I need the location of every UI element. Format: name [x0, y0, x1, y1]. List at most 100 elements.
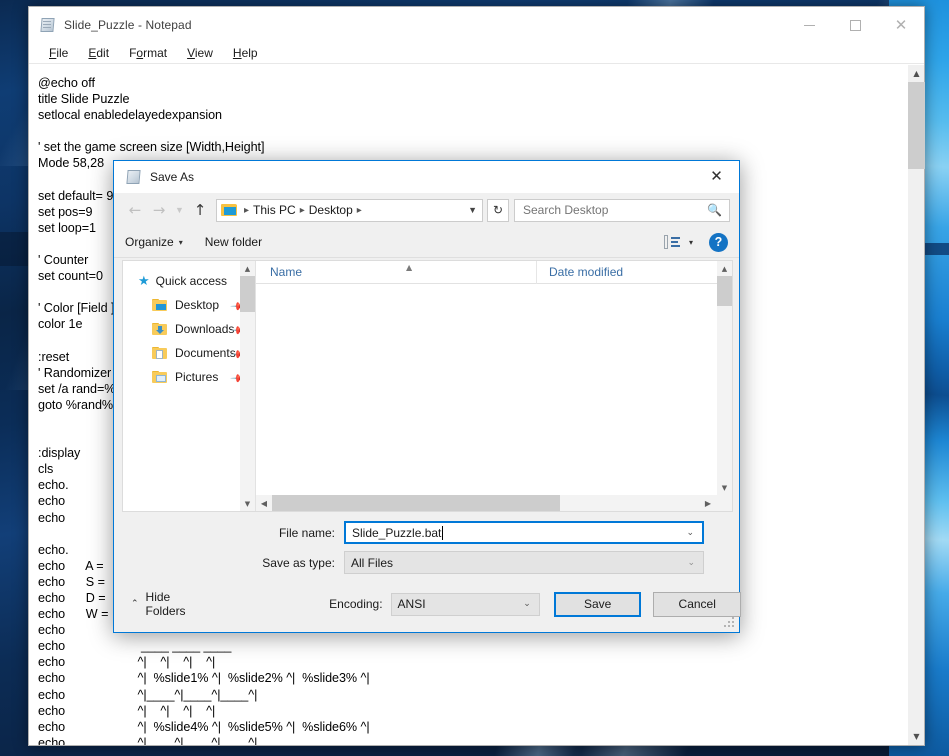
star-icon: ★	[138, 273, 150, 289]
cancel-label: Cancel	[678, 597, 716, 611]
cancel-button[interactable]: Cancel	[653, 591, 741, 617]
up-button[interactable]: ↑	[188, 198, 212, 222]
column-label: Name	[270, 265, 303, 279]
organize-button[interactable]: Organize ▾	[125, 235, 183, 249]
view-dropdown-icon[interactable]: ▾	[689, 238, 693, 247]
close-button[interactable]: ✕	[878, 10, 924, 40]
scrollbar-thumb[interactable]	[908, 82, 925, 169]
menu-edit[interactable]: Edit	[78, 43, 119, 63]
menu-format[interactable]: Format	[119, 43, 177, 63]
menu-file[interactable]: File	[39, 43, 78, 63]
notepad-vertical-scrollbar[interactable]: ▲ ▼	[907, 65, 925, 745]
sidebar-item-desktop[interactable]: Desktop 📌	[123, 293, 255, 317]
save-button[interactable]: Save	[553, 591, 642, 617]
new-folder-label: New folder	[204, 235, 263, 249]
column-header-name[interactable]: Name ▲	[256, 261, 536, 284]
new-folder-button[interactable]: New folder	[205, 235, 262, 249]
scroll-down-icon[interactable]: ▼	[717, 480, 732, 495]
arrow-up-icon: ↑	[193, 201, 207, 219]
dialog-close-button[interactable]: ✕	[694, 161, 739, 191]
scroll-up-icon[interactable]: ▲	[240, 261, 255, 276]
folder-icon	[221, 203, 238, 217]
chevron-down-icon: ▼	[468, 205, 477, 215]
chevron-down-icon[interactable]: ⌄	[686, 528, 694, 538]
breadcrumb-item-this-pc[interactable]: This PC	[253, 203, 296, 217]
scroll-up-icon[interactable]: ▲	[908, 65, 925, 82]
dialog-titlebar[interactable]: Save As ✕	[114, 161, 739, 193]
file-name-input[interactable]: Slide_Puzzle.bat ⌄	[344, 521, 704, 544]
help-button[interactable]: ?	[709, 232, 728, 252]
scroll-down-icon[interactable]: ▼	[240, 496, 255, 511]
scroll-down-icon[interactable]: ▼	[908, 728, 925, 745]
scrollbar-thumb[interactable]	[272, 495, 560, 511]
breadcrumb-item-desktop[interactable]: Desktop	[309, 203, 353, 217]
breadcrumb-separator: ▸	[244, 204, 250, 216]
breadcrumb-dropdown-button[interactable]: ▼	[468, 200, 477, 221]
file-list-horizontal-scrollbar[interactable]: ◀ ▶	[256, 495, 732, 511]
scroll-up-icon[interactable]: ▲	[717, 261, 732, 276]
maximize-button[interactable]	[832, 10, 878, 40]
scrollbar-thumb[interactable]	[717, 276, 732, 306]
menu-view[interactable]: View	[177, 43, 223, 63]
scroll-right-icon[interactable]: ▶	[700, 495, 716, 511]
scroll-left-icon[interactable]: ◀	[256, 495, 272, 511]
help-icon: ?	[714, 235, 723, 249]
chevron-up-icon: ⌃	[131, 599, 139, 609]
sidebar-item-label: Pictures	[175, 370, 219, 384]
notepad-menubar: File Edit Format View Help	[29, 43, 924, 64]
column-header-date-modified[interactable]: Date modified	[536, 260, 676, 284]
chevron-down-icon[interactable]: ⌄	[687, 558, 695, 568]
list-view-icon[interactable]	[663, 235, 681, 249]
notepad-titlebar[interactable]: Slide_Puzzle - Notepad ✕	[29, 7, 924, 43]
sidebar-item-label: Desktop	[175, 298, 220, 312]
resize-grip[interactable]	[724, 617, 736, 629]
save-as-type-row: Save as type: All Files ⌄	[114, 551, 741, 574]
dialog-form: File name: Slide_Puzzle.bat ⌄ Save as ty…	[114, 521, 741, 581]
text-cursor	[442, 525, 444, 540]
forward-button[interactable]: →	[147, 198, 171, 222]
file-name-row: File name: Slide_Puzzle.bat ⌄	[114, 521, 741, 544]
sidebar-item-pictures[interactable]: Pictures 📌	[123, 365, 255, 389]
arrow-right-icon: →	[152, 201, 166, 219]
notepad-icon	[126, 169, 142, 185]
encoding-select[interactable]: ANSI ⌄	[390, 592, 540, 616]
sidebar-item-documents[interactable]: Documents 📌	[123, 341, 255, 365]
notepad-window-controls: ✕	[786, 10, 924, 40]
search-input[interactable]	[521, 202, 723, 218]
documents-folder-icon	[152, 346, 168, 360]
recent-locations-button[interactable]: ▼	[171, 198, 188, 222]
file-name-value: Slide_Puzzle.bat	[352, 525, 442, 540]
minimize-button[interactable]	[786, 10, 832, 40]
refresh-icon: ↻	[492, 203, 504, 217]
save-label: Save	[583, 597, 612, 611]
chevron-down-icon[interactable]: ⌄	[523, 599, 531, 609]
file-list-vertical-scrollbar[interactable]: ▲ ▼	[717, 261, 732, 495]
chevron-down-icon: ▼	[175, 205, 184, 215]
sort-ascending-icon: ▲	[406, 262, 413, 272]
arrow-left-icon: ←	[128, 201, 142, 219]
menu-help[interactable]: Help	[223, 43, 268, 63]
column-label: Date modified	[549, 265, 624, 279]
save-as-type-value: All Files	[351, 555, 394, 570]
pictures-folder-icon	[152, 370, 168, 384]
hide-folders-button[interactable]: ⌃ Hide Folders	[131, 590, 213, 618]
file-list-header: Name ▲ Date modified	[256, 260, 732, 284]
close-icon: ✕	[894, 15, 908, 34]
back-button[interactable]: ←	[123, 198, 147, 222]
sidebar-item-label: Downloads	[175, 322, 235, 336]
search-box[interactable]: 🔍	[514, 198, 730, 222]
sidebar-item-quick-access[interactable]: ★ Quick access	[123, 269, 255, 293]
breadcrumb-separator: ▸	[356, 204, 362, 216]
scrollbar-thumb[interactable]	[240, 276, 255, 312]
dialog-footer: ⌃ Hide Folders Encoding: ANSI ⌄ Save Can…	[114, 576, 741, 632]
breadcrumb[interactable]: ▸ This PC ▸ Desktop ▸ ▼	[216, 198, 483, 222]
dialog-content-area: ★ Quick access Desktop 📌 Downloads 📌 Doc…	[122, 260, 733, 512]
file-list-pane[interactable]: Name ▲ Date modified ▲ ▼ ◀ ▶	[255, 260, 732, 511]
sidebar-vertical-scrollbar[interactable]: ▲ ▼	[240, 261, 255, 511]
file-name-label: File name:	[278, 525, 335, 540]
refresh-button[interactable]: ↻	[487, 198, 509, 222]
save-as-type-label: Save as type:	[262, 555, 335, 570]
save-as-type-select[interactable]: All Files ⌄	[344, 551, 704, 574]
minimize-icon	[803, 24, 815, 26]
sidebar-item-downloads[interactable]: Downloads 📌	[123, 317, 255, 341]
